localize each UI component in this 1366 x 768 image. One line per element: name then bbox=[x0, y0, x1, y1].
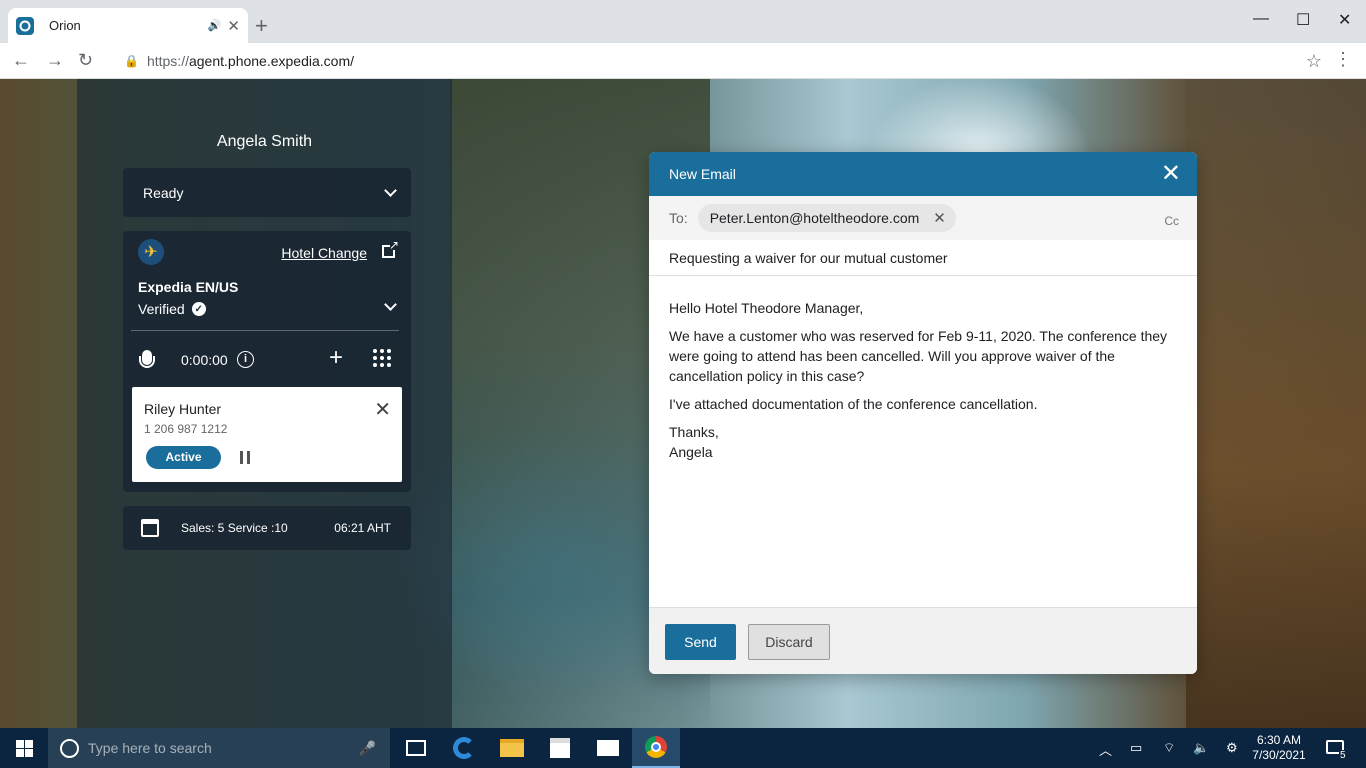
notification-count: 5 bbox=[1339, 750, 1347, 761]
tab-close-icon[interactable]: ✕ bbox=[227, 17, 240, 35]
caller-card: Riley Hunter 1 206 987 1212 ✕ Active bbox=[132, 387, 402, 482]
expedia-logo-icon: ✈ bbox=[138, 239, 164, 265]
orion-favicon-icon bbox=[16, 16, 34, 35]
sales-service-count: Sales: 5 Service :10 bbox=[181, 521, 288, 535]
hotel-change-link[interactable]: Hotel Change bbox=[281, 245, 367, 261]
agent-status-dropdown[interactable]: Ready bbox=[123, 168, 411, 217]
browser-menu-icon[interactable]: ⋮ bbox=[1334, 49, 1352, 70]
agent-stats-bar: Sales: 5 Service :10 06:21 AHT bbox=[123, 506, 411, 550]
calendar-icon bbox=[141, 519, 159, 537]
body-paragraph: I've attached documentation of the confe… bbox=[669, 396, 1038, 412]
clock-date: 7/30/2021 bbox=[1252, 748, 1306, 762]
chevron-down-icon bbox=[384, 183, 397, 197]
battery-icon[interactable]: ▭ bbox=[1130, 740, 1142, 756]
end-call-close-icon[interactable]: ✕ bbox=[374, 397, 391, 422]
email-title: New Email bbox=[669, 166, 736, 182]
external-link-icon[interactable] bbox=[382, 238, 399, 258]
verified-label: Verified bbox=[138, 301, 185, 317]
to-field[interactable]: To: Peter.Lenton@hoteltheodore.com ✕ Cc bbox=[649, 196, 1197, 240]
taskbar-search[interactable]: Type here to search 🎤 bbox=[48, 728, 390, 768]
send-button[interactable]: Send bbox=[665, 624, 736, 660]
volume-icon[interactable]: 🔈 bbox=[1193, 740, 1209, 756]
search-placeholder: Type here to search bbox=[88, 740, 212, 756]
email-body[interactable]: Hello Hotel Theodore Manager, We have a … bbox=[649, 276, 1197, 607]
add-call-icon[interactable]: + bbox=[329, 344, 343, 372]
page-background: Angela Smith Ready ✈ Hotel Change Expedi… bbox=[0, 79, 1366, 728]
url-text: https://agent.phone.expedia.com/ bbox=[146, 53, 354, 69]
call-active-badge[interactable]: Active bbox=[146, 446, 221, 469]
task-view-icon[interactable] bbox=[392, 728, 440, 768]
cc-button[interactable]: Cc bbox=[1164, 214, 1179, 228]
info-icon[interactable]: i bbox=[237, 351, 254, 368]
site-name: Expedia EN/US bbox=[138, 279, 239, 295]
minimize-icon[interactable]: — bbox=[1253, 10, 1269, 28]
clock-time: 6:30 AM bbox=[1256, 733, 1302, 747]
forward-icon[interactable]: → bbox=[46, 50, 64, 71]
body-paragraph: We have a customer who was reserved for … bbox=[669, 328, 1168, 384]
remove-recipient-icon[interactable]: ✕ bbox=[933, 209, 946, 227]
hold-pause-icon[interactable] bbox=[240, 451, 250, 464]
reload-icon[interactable]: ↻ bbox=[78, 50, 93, 71]
caller-name: Riley Hunter bbox=[144, 401, 222, 417]
maximize-icon[interactable]: ☐ bbox=[1296, 10, 1310, 30]
windows-taskbar: Type here to search 🎤 ︿ ▭ ⌔ 🔈 ⚙ 6:30 AM … bbox=[0, 728, 1366, 768]
edge-icon[interactable] bbox=[440, 728, 488, 768]
discard-button[interactable]: Discard bbox=[748, 624, 830, 660]
bookmark-star-icon[interactable]: ☆ bbox=[1306, 51, 1322, 72]
taskbar-clock[interactable]: 6:30 AM 7/30/2021 bbox=[1247, 733, 1311, 763]
recipient-chip[interactable]: Peter.Lenton@hoteltheodore.com ✕ bbox=[697, 204, 956, 232]
recipient-address: Peter.Lenton@hoteltheodore.com bbox=[709, 210, 920, 226]
body-closing: Thanks, bbox=[669, 424, 719, 440]
subject-field[interactable]: Requesting a waiver for our mutual custo… bbox=[649, 240, 1197, 276]
browser-tab[interactable]: Orion 🔊 ✕ bbox=[8, 8, 248, 43]
network-icon[interactable]: ⌔ bbox=[1163, 740, 1175, 756]
tab-title: Orion bbox=[49, 18, 81, 33]
lock-icon: 🔒 bbox=[124, 54, 139, 68]
back-icon[interactable]: ← bbox=[12, 50, 30, 71]
new-tab-icon[interactable]: + bbox=[255, 15, 268, 37]
divider bbox=[131, 330, 399, 331]
body-signature: Angela bbox=[669, 444, 713, 460]
new-email-dialog: New Email ✕ To: Peter.Lenton@hoteltheodo… bbox=[649, 152, 1197, 674]
check-circle-icon: ✓ bbox=[191, 302, 206, 316]
body-greeting: Hello Hotel Theodore Manager, bbox=[669, 300, 864, 316]
store-icon[interactable] bbox=[536, 728, 584, 768]
agent-panel: Angela Smith Ready ✈ Hotel Change Expedi… bbox=[77, 79, 452, 728]
close-icon[interactable]: ✕ bbox=[1161, 162, 1181, 186]
speaker-icon[interactable]: 🔊 bbox=[208, 19, 222, 32]
settings-gear-icon[interactable]: ⚙ bbox=[1226, 740, 1238, 756]
agent-name: Angela Smith bbox=[216, 133, 313, 150]
verified-status: Verified ✓ bbox=[138, 301, 206, 317]
tray-chevron-up-icon[interactable]: ︿ bbox=[1099, 740, 1112, 759]
chrome-icon[interactable] bbox=[632, 728, 680, 768]
mail-icon[interactable] bbox=[584, 728, 632, 768]
cortana-icon bbox=[60, 738, 79, 758]
email-header: New Email ✕ bbox=[649, 152, 1197, 196]
agent-status-value: Ready bbox=[143, 184, 184, 201]
dialpad-icon[interactable] bbox=[373, 349, 391, 367]
email-footer: Send Discard bbox=[649, 607, 1197, 674]
call-card: ✈ Hotel Change Expedia EN/US Verified ✓ … bbox=[123, 231, 411, 492]
expand-chevron-icon[interactable] bbox=[384, 298, 397, 311]
search-mic-icon[interactable]: 🎤 bbox=[359, 740, 376, 757]
window-close-icon[interactable]: ✕ bbox=[1338, 10, 1351, 30]
aht-value: 06:21 AHT bbox=[334, 521, 391, 535]
address-bar[interactable]: 🔒 https://agent.phone.expedia.com/ ☆ bbox=[110, 47, 1330, 75]
windows-start-icon[interactable] bbox=[16, 740, 33, 757]
microphone-icon[interactable] bbox=[139, 350, 155, 368]
call-timer: 0:00:00 bbox=[181, 352, 228, 368]
caller-phone: 1 206 987 1212 bbox=[144, 422, 228, 436]
browser-tabstrip: Orion 🔊 ✕ + — ☐ ✕ bbox=[0, 0, 1366, 43]
file-explorer-icon[interactable] bbox=[488, 728, 536, 768]
background-rock-right bbox=[1186, 79, 1366, 728]
to-label: To: bbox=[669, 210, 688, 226]
browser-toolbar: ← → ↻ 🔒 https://agent.phone.expedia.com/… bbox=[0, 43, 1366, 79]
